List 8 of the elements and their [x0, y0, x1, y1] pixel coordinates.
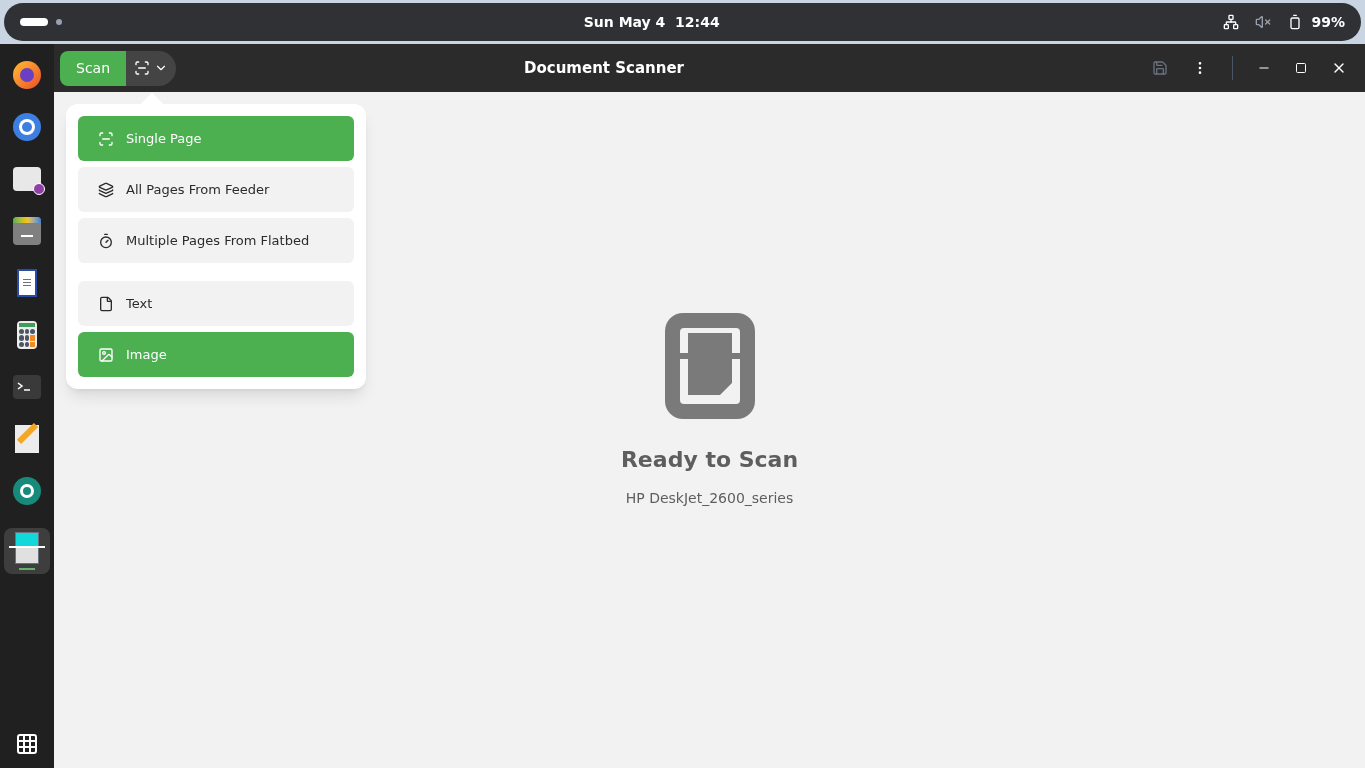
menu-item[interactable]: Multiple Pages From Flatbed: [78, 218, 354, 263]
menu-item[interactable]: Text: [78, 281, 354, 326]
device-name: HP DeskJet_2600_series: [625, 488, 794, 508]
clock[interactable]: Sun May 4 12:44: [583, 12, 720, 32]
status-title: Ready to Scan: [620, 445, 799, 474]
window-title: Document Scanner: [524, 57, 684, 79]
menu-item[interactable]: All Pages From Feeder: [78, 167, 354, 212]
battery-percentage: 99%: [1311, 13, 1345, 32]
